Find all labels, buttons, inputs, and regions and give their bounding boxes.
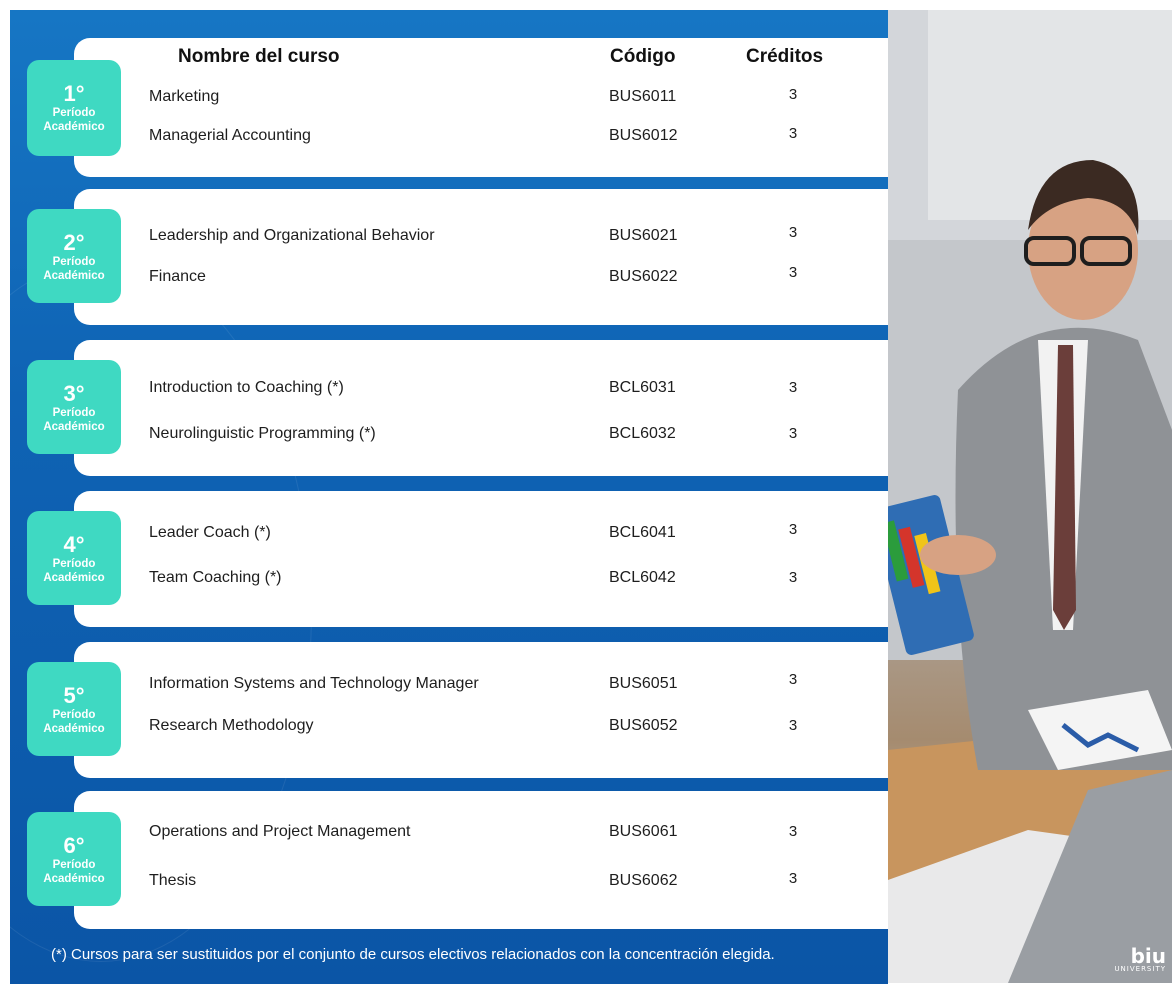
course-code: BUS6022 — [609, 268, 678, 285]
course-code: BUS6052 — [609, 717, 678, 734]
course-name: Finance — [149, 268, 206, 285]
period-badge-2: 2° Período Académico — [27, 209, 121, 303]
period-badge-5: 5° Período Académico — [27, 662, 121, 756]
period-number: 1° — [63, 81, 85, 106]
period-label: Período — [52, 558, 96, 570]
period-card-4 — [74, 491, 888, 627]
university-logo: biu UNIVERSITY — [1114, 946, 1166, 973]
course-credits: 3 — [788, 823, 798, 840]
period-number: 4° — [63, 532, 85, 557]
course-name: Operations and Project Management — [149, 823, 411, 840]
period-badge-4: 4° Período Académico — [27, 511, 121, 605]
presenter-illustration — [888, 10, 1172, 983]
curriculum-panel: Nombre del curso Código Créditos 1° Perí… — [10, 10, 888, 984]
period-number: 2° — [63, 230, 85, 255]
course-name: Neurolinguistic Programming (*) — [149, 425, 376, 442]
period-label: Período — [52, 256, 96, 268]
course-credits: 3 — [788, 379, 798, 396]
course-name: Thesis — [149, 872, 197, 889]
footnote: (*) Cursos para ser sustituidos por el c… — [51, 946, 775, 963]
period-badge-1: 1° Período Académico — [27, 60, 121, 156]
period-card-2 — [74, 189, 888, 325]
logo-sub: UNIVERSITY — [1114, 965, 1166, 973]
header-course-name: Nombre del curso — [178, 46, 340, 67]
course-credits: 3 — [788, 569, 798, 586]
course-code: BUS6051 — [609, 675, 678, 692]
period-number: 3° — [63, 381, 85, 406]
course-code: BUS6012 — [609, 127, 678, 144]
period-card-6 — [74, 791, 888, 929]
course-name: Information Systems and Technology Manag… — [149, 675, 479, 692]
period-label: Académico — [43, 121, 105, 133]
course-credits: 3 — [788, 264, 798, 281]
course-code: BCL6041 — [609, 524, 676, 541]
period-card-5 — [74, 642, 888, 778]
period-card-3 — [74, 340, 888, 476]
course-code: BCL6032 — [609, 425, 676, 442]
period-label: Académico — [43, 873, 105, 885]
course-code: BCL6042 — [609, 569, 676, 586]
course-credits: 3 — [788, 521, 798, 538]
presenter-photo: biu UNIVERSITY — [888, 10, 1172, 983]
course-name: Leader Coach (*) — [149, 524, 271, 541]
period-label: Período — [52, 859, 96, 871]
period-label: Académico — [43, 421, 105, 433]
course-code: BUS6061 — [609, 823, 678, 840]
course-name: Research Methodology — [149, 717, 314, 734]
period-label: Período — [52, 407, 96, 419]
period-card-1: Nombre del curso Código Créditos — [74, 38, 888, 177]
course-name: Marketing — [149, 88, 220, 105]
course-name: Managerial Accounting — [149, 127, 311, 144]
header-code: Código — [610, 46, 676, 67]
period-label: Período — [52, 107, 96, 119]
course-code: BCL6031 — [609, 379, 676, 396]
period-label: Período — [52, 709, 96, 721]
period-number: 6° — [63, 833, 85, 858]
course-credits: 3 — [788, 125, 798, 142]
period-label: Académico — [43, 270, 105, 282]
period-label: Académico — [43, 723, 105, 735]
course-credits: 3 — [788, 224, 798, 241]
course-name: Team Coaching (*) — [149, 569, 282, 586]
course-credits: 3 — [788, 717, 798, 734]
course-name: Introduction to Coaching (*) — [149, 379, 344, 396]
period-label: Académico — [43, 572, 105, 584]
period-badge-6: 6° Período Académico — [27, 812, 121, 906]
course-credits: 3 — [788, 671, 798, 688]
course-code: BUS6062 — [609, 872, 678, 889]
period-badge-3: 3° Período Académico — [27, 360, 121, 454]
course-code: BUS6021 — [609, 227, 678, 244]
period-number: 5° — [63, 683, 85, 708]
header-credits: Créditos — [746, 46, 824, 67]
course-credits: 3 — [788, 86, 798, 103]
course-credits: 3 — [788, 425, 798, 442]
course-name: Leadership and Organizational Behavior — [149, 227, 435, 244]
course-credits: 3 — [788, 870, 798, 887]
course-code: BUS6011 — [609, 88, 677, 105]
